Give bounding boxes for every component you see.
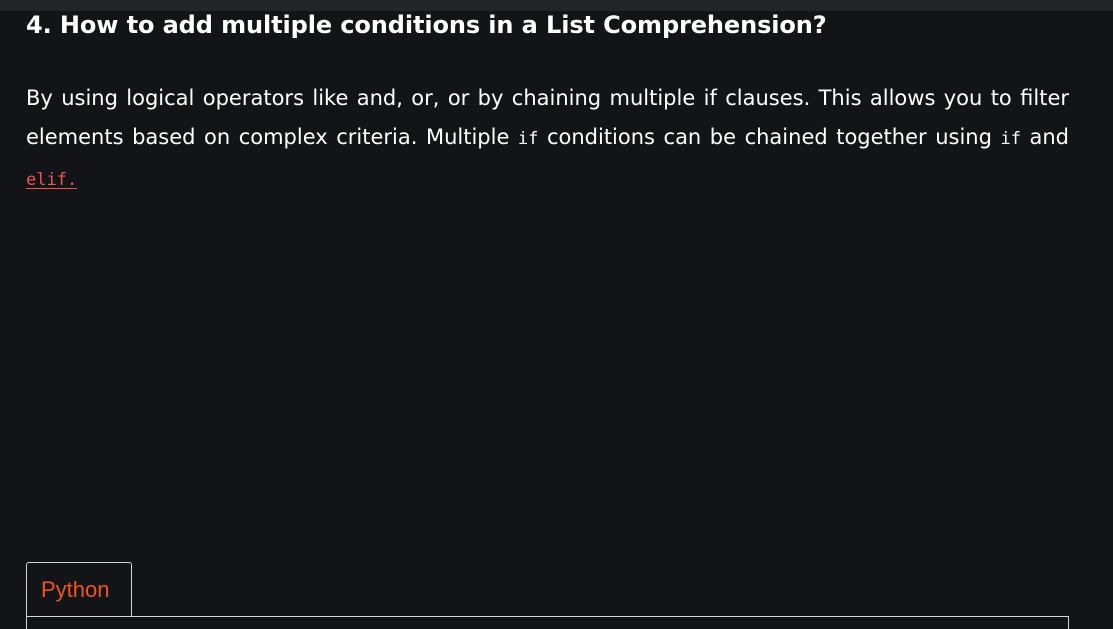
section-heading: 4. How to add multiple conditions in a L… [26, 11, 827, 39]
inline-code-if: if [517, 129, 539, 149]
inline-code-if-2: if [1000, 129, 1021, 149]
paragraph-text-3: and [1020, 125, 1070, 149]
code-block-panel [26, 616, 1069, 629]
elif-link[interactable]: elif. [26, 170, 77, 190]
code-language-tabs: Python [26, 562, 132, 617]
tab-python[interactable]: Python [26, 562, 132, 617]
explanation-paragraph: By using logical operators like and, or,… [26, 79, 1069, 200]
paragraph-text-2: conditions can be chained together using [538, 125, 1001, 149]
